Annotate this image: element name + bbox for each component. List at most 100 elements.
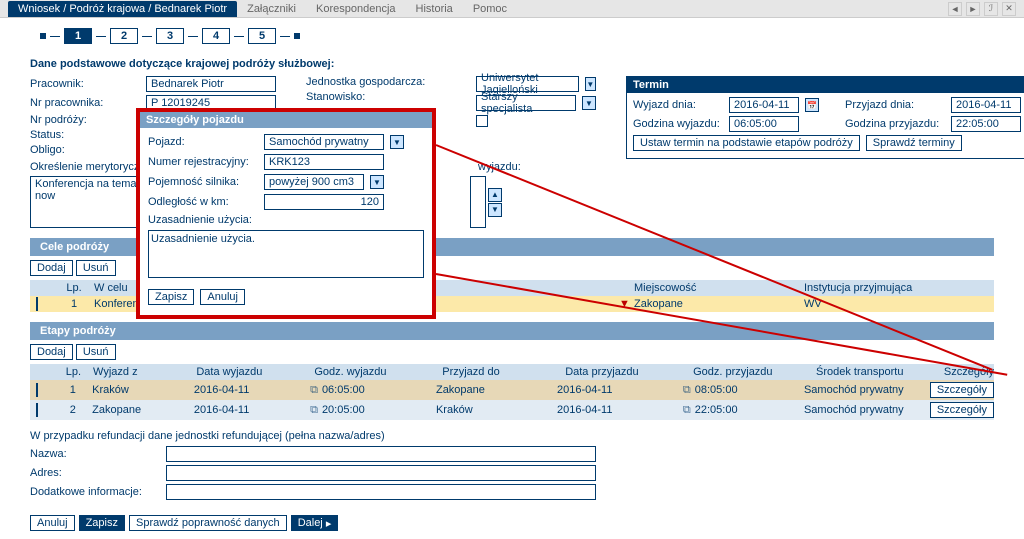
jednostka-select[interactable]: Uniwersytet Jagielloński: [476, 76, 579, 92]
termin-panel: Termin Wyjazd dnia: 2016-04-11 📅 Przyjaz…: [626, 76, 1024, 159]
copy-icon[interactable]: ⧉: [683, 404, 691, 416]
step-1[interactable]: 1: [64, 28, 92, 44]
pojazd-select[interactable]: Samochód prywatny: [264, 134, 384, 150]
modal-anuluj-button[interactable]: Anuluj: [200, 289, 245, 305]
pojemnosc-label: Pojemność silnika:: [148, 176, 258, 188]
tab-pomoc[interactable]: Pomoc: [463, 1, 517, 17]
godz-wyjazdu-label: Godzina wyjazdu:: [633, 118, 723, 130]
col-instytucja: Instytucja przyjmująca: [804, 282, 994, 294]
tab-wniosek[interactable]: Wniosek / Podróż krajowa / Bednarek Piot…: [8, 1, 237, 17]
arrow-down-icon[interactable]: ▼: [488, 203, 502, 217]
col-lp: Lp.: [54, 282, 94, 294]
jednostka-label: Jednostka gospodarcza:: [306, 76, 446, 88]
cell-gw: 20:05:00: [322, 404, 365, 416]
szczegoly-pojazdu-modal: Szczegóły pojazdu Pojazd: Samochód prywa…: [136, 108, 436, 319]
stanowisko-label: Stanowisko:: [306, 91, 446, 103]
numer-field[interactable]: KRK123: [264, 154, 384, 170]
odleglosc-label: Odległość w km:: [148, 196, 258, 208]
cell-pd: Kraków: [436, 404, 557, 416]
step-3[interactable]: 3: [156, 28, 184, 44]
pojemnosc-select[interactable]: powyżej 900 cm3: [264, 174, 364, 190]
status-label: Status:: [30, 129, 140, 141]
calendar-icon[interactable]: 📅: [805, 98, 819, 112]
cell-st: Samochód prywatny: [804, 404, 930, 416]
etapy-dodaj-button[interactable]: Dodaj: [30, 344, 73, 360]
wyjazd-dnia-label: Wyjazd dnia:: [633, 99, 723, 111]
szczegoly-button[interactable]: Szczegóły: [930, 402, 994, 418]
step-5[interactable]: 5: [248, 28, 276, 44]
ustaw-termin-button[interactable]: Ustaw termin na podstawie etapów podróży: [633, 135, 860, 151]
cell-dp: 2016-04-11: [557, 404, 683, 416]
pracownik-field[interactable]: Bednarek Piotr: [146, 76, 276, 92]
bottom-buttons: Anuluj Zapisz Sprawdź poprawność danych …: [0, 507, 1024, 539]
row-checkbox[interactable]: [36, 297, 38, 311]
icon-next[interactable]: ►: [966, 2, 980, 16]
tab-korespondencja[interactable]: Korespondencja: [306, 1, 406, 17]
col-data-wyjazdu: Data wyjazdu: [196, 366, 314, 378]
chevron-down-icon[interactable]: ▼: [370, 175, 384, 189]
wyjazd-dnia-field[interactable]: 2016-04-11: [729, 97, 799, 113]
sprawdz-button[interactable]: Sprawdź poprawność danych: [129, 515, 287, 531]
nr-podrozy-label: Nr podróży:: [30, 114, 140, 126]
icon-close[interactable]: ✕: [1002, 2, 1016, 16]
etapy-row[interactable]: 1 Kraków 2016-04-11 ⧉06:05:00 Zakopane 2…: [30, 380, 994, 400]
cele-usun-button[interactable]: Usuń: [76, 260, 116, 276]
uzasadnienie-textarea[interactable]: [148, 230, 424, 278]
row-checkbox[interactable]: [36, 403, 38, 417]
cell-dp: 2016-04-11: [557, 384, 683, 396]
cell-gp: 22:05:00: [695, 404, 738, 416]
etapy-usun-button[interactable]: Usuń: [76, 344, 116, 360]
copy-icon[interactable]: ⧉: [310, 404, 318, 416]
icon-prev[interactable]: ◄: [948, 2, 962, 16]
dalej-button[interactable]: Dalej ▸: [291, 515, 339, 531]
tab-historia[interactable]: Historia: [406, 1, 463, 17]
odleglosc-field[interactable]: 120: [264, 194, 384, 210]
cele-dodaj-button[interactable]: Dodaj: [30, 260, 73, 276]
col-godz-wyjazdu: Godz. wyjazdu: [314, 366, 442, 378]
checkbox[interactable]: [476, 115, 488, 127]
modal-header: Szczegóły pojazdu: [140, 112, 432, 128]
anuluj-button[interactable]: Anuluj: [30, 515, 75, 531]
row-checkbox[interactable]: [36, 383, 38, 397]
godz-przyjazdu-field[interactable]: 22:05:00: [951, 116, 1021, 132]
cell-gp: 08:05:00: [695, 384, 738, 396]
cell-gw: 06:05:00: [322, 384, 365, 396]
etapy-header: Etapy podróży: [30, 322, 994, 340]
etapy-row[interactable]: 2 Zakopane 2016-04-11 ⧉20:05:00 Kraków 2…: [30, 400, 994, 420]
tab-zalaczniki[interactable]: Załączniki: [237, 1, 306, 17]
step-end-dot: [294, 33, 300, 39]
copy-icon[interactable]: ⧉: [683, 384, 691, 396]
chevron-down-icon[interactable]: ▼: [582, 96, 596, 110]
stanowisko-select[interactable]: Starszy specjalista: [476, 95, 576, 111]
wyjazd-list[interactable]: [470, 176, 486, 228]
modal-zapisz-button[interactable]: Zapisz: [148, 289, 194, 305]
cell-dw: 2016-04-11: [194, 404, 310, 416]
cell-lp: 2: [53, 404, 92, 416]
etapy-grid-header: Lp. Wyjazd z Data wyjazdu Godz. wyjazdu …: [30, 364, 994, 380]
uzasadnienie-label: Uzasadnienie użycia:: [148, 214, 252, 226]
arrow-up-icon[interactable]: ▲: [488, 188, 502, 202]
godz-wyjazdu-field[interactable]: 06:05:00: [729, 116, 799, 132]
refund-dod-field[interactable]: [166, 484, 596, 500]
cell-miejscowosc: Zakopane: [634, 298, 804, 310]
step-4[interactable]: 4: [202, 28, 230, 44]
icon-help[interactable]: ℐ: [984, 2, 998, 16]
sprawdz-terminy-button[interactable]: Sprawdź terminy: [866, 135, 962, 151]
cell-dw: 2016-04-11: [194, 384, 310, 396]
pracownik-label: Pracownik:: [30, 78, 140, 90]
step-2[interactable]: 2: [110, 28, 138, 44]
refund-adres-field[interactable]: [166, 465, 596, 481]
chevron-down-icon[interactable]: ▼: [390, 135, 404, 149]
copy-icon[interactable]: ⧉: [310, 384, 318, 396]
chevron-down-icon[interactable]: ▼: [585, 77, 596, 91]
refund-adres-label: Adres:: [30, 467, 160, 479]
przyjazd-dnia-label: Przyjazd dnia:: [845, 99, 945, 111]
pojazd-label: Pojazd:: [148, 136, 258, 148]
przyjazd-dnia-field[interactable]: 2016-04-11: [951, 97, 1021, 113]
cell-lp: 1: [54, 298, 94, 310]
godz-przyjazdu-label: Godzina przyjazdu:: [845, 118, 945, 130]
szczegoly-button[interactable]: Szczegóły: [930, 382, 994, 398]
cell-pd: Zakopane: [436, 384, 557, 396]
zapisz-button[interactable]: Zapisz: [79, 515, 125, 531]
refund-nazwa-field[interactable]: [166, 446, 596, 462]
